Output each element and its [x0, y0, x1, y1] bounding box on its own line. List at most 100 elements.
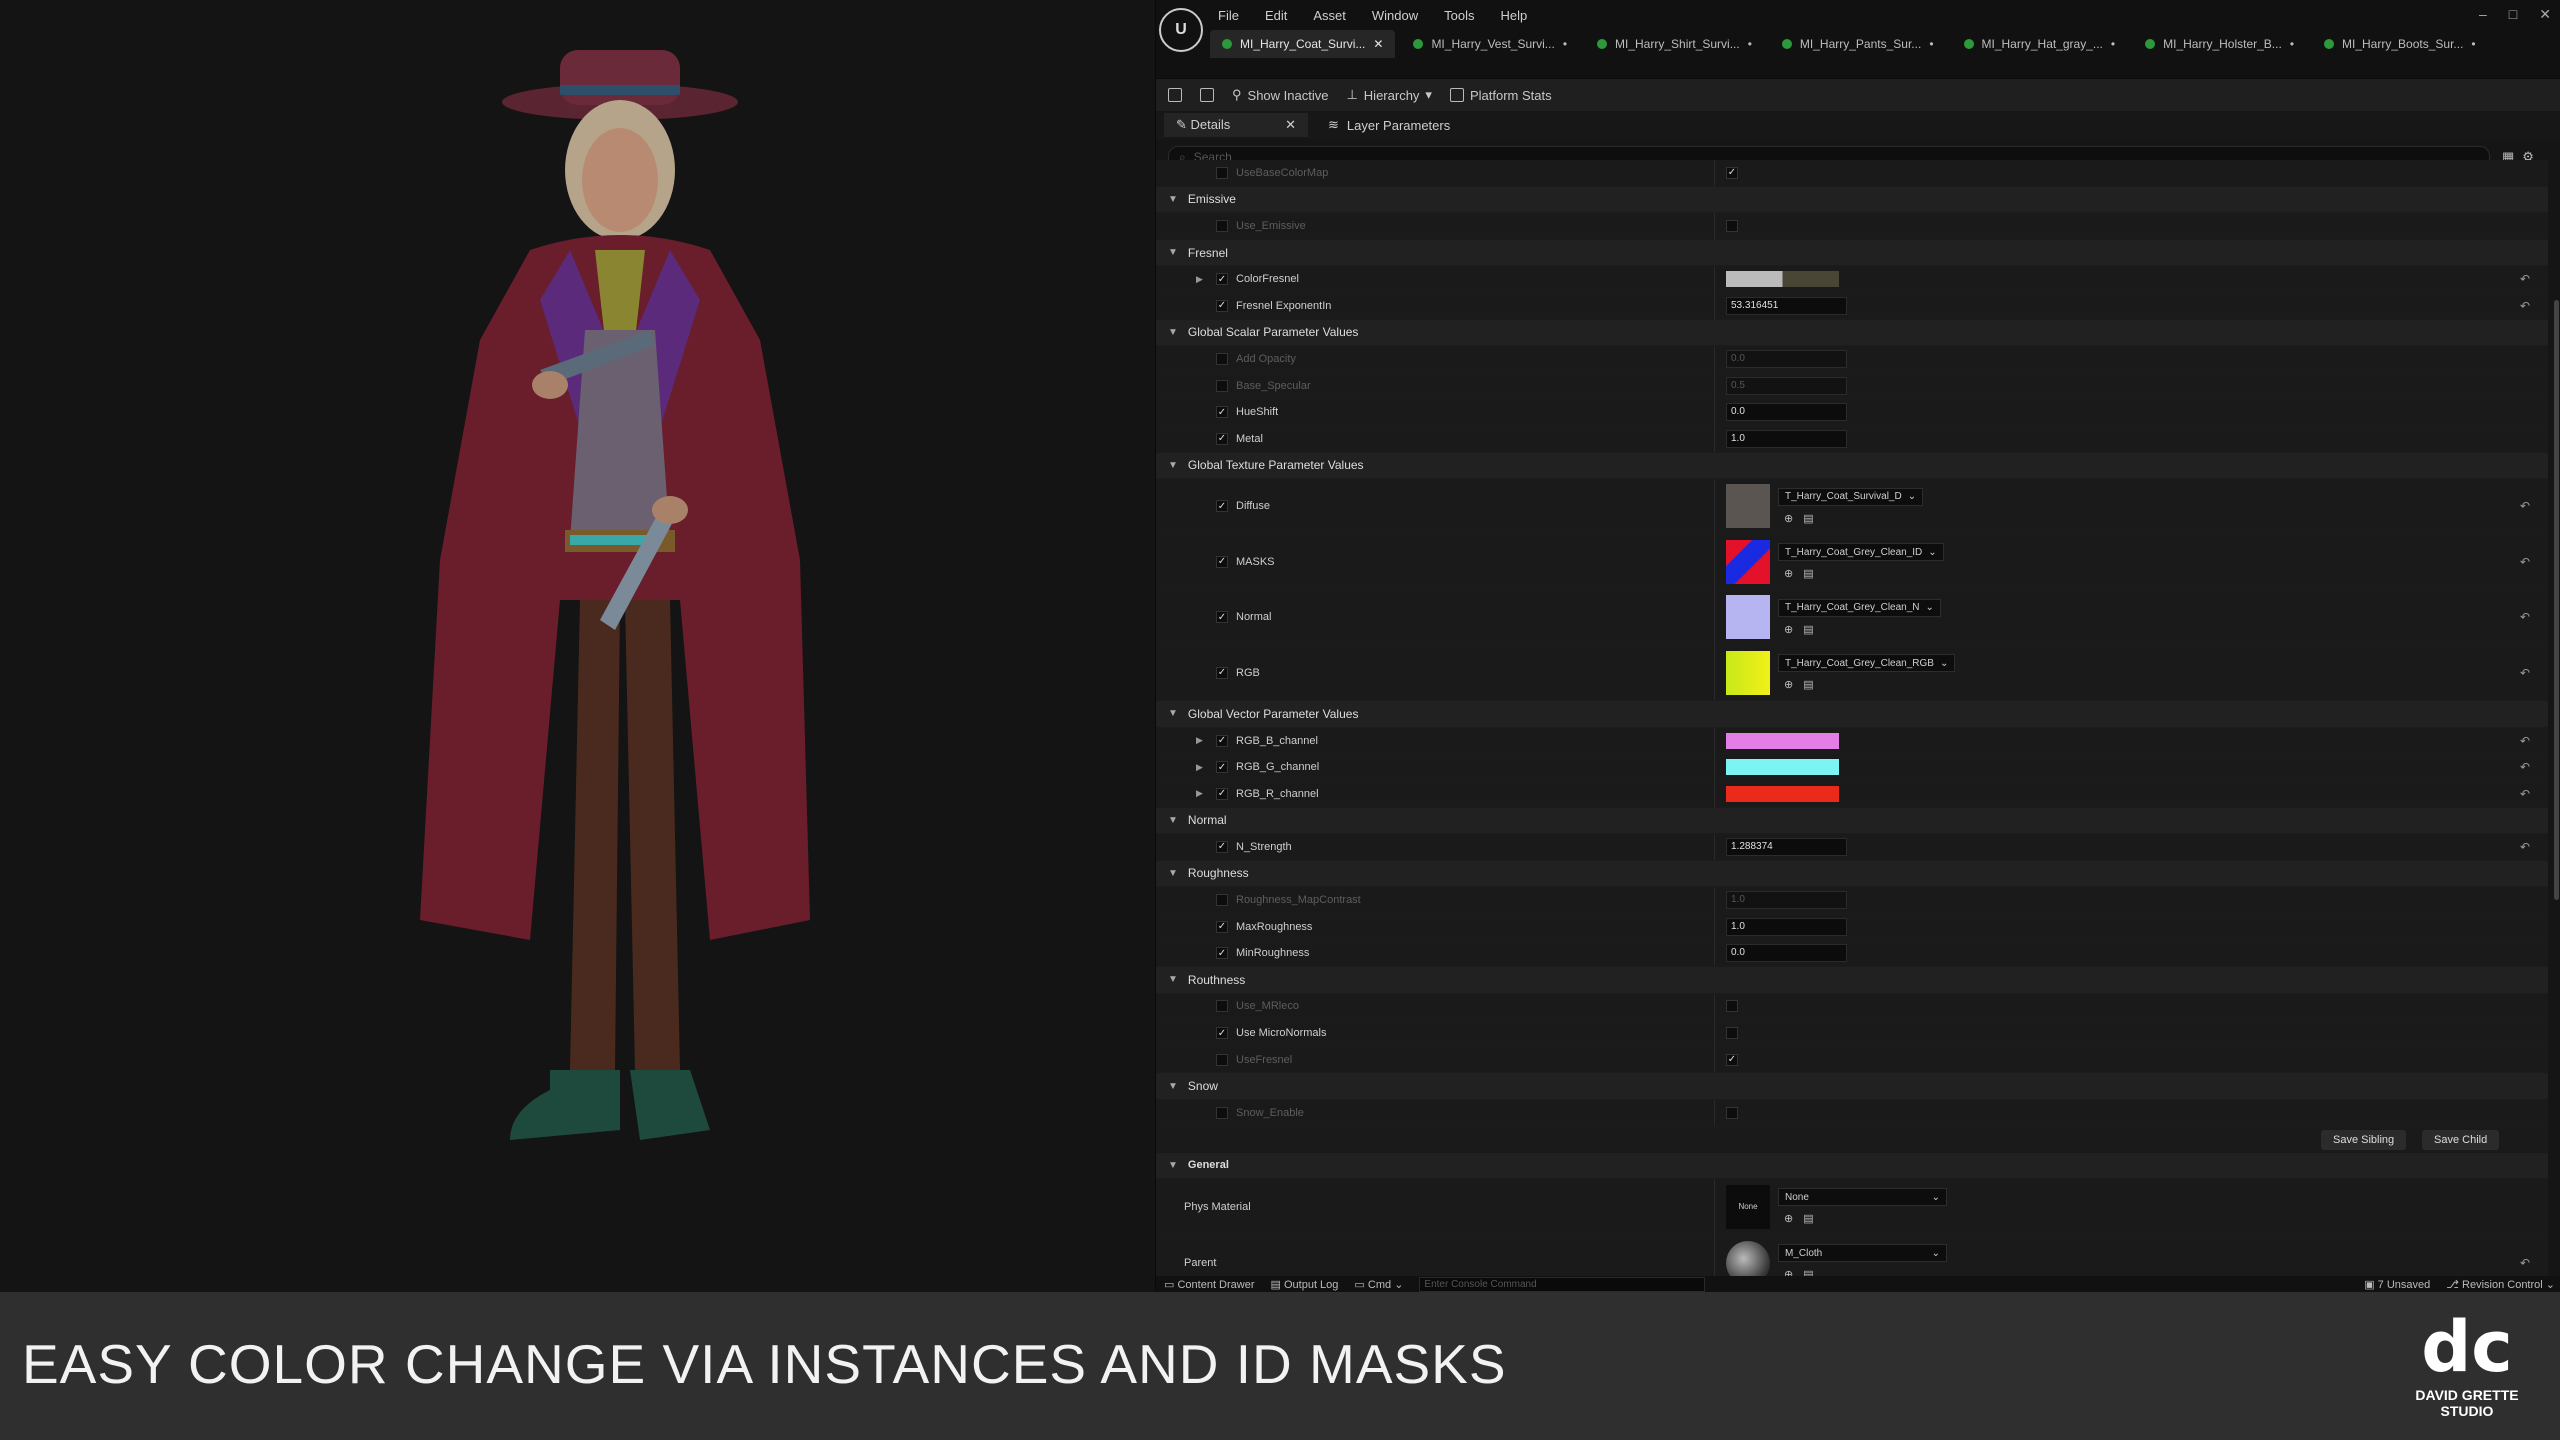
- use-selected-icon[interactable]: ⊕: [1784, 623, 1793, 636]
- number-input[interactable]: 0.0: [1726, 349, 1847, 368]
- number-input[interactable]: 53.316451: [1726, 296, 1847, 315]
- save-child-button[interactable]: Save Child: [2422, 1129, 2500, 1150]
- number-input[interactable]: 1.0: [1726, 429, 1847, 448]
- override-checkbox[interactable]: [1216, 840, 1228, 853]
- value-checkbox[interactable]: [1726, 1027, 1738, 1040]
- override-checkbox[interactable]: [1216, 761, 1228, 774]
- reset-icon[interactable]: ↶: [2520, 734, 2530, 748]
- expand-arrow-icon[interactable]: ▶: [1196, 274, 1203, 285]
- override-checkbox[interactable]: [1216, 1000, 1228, 1013]
- console-command-input[interactable]: Enter Console Command: [1419, 1276, 1706, 1292]
- details-scrollbar[interactable]: [2554, 300, 2559, 900]
- color-swatch-rgb-r[interactable]: [1726, 785, 1839, 802]
- reset-icon[interactable]: ↶: [2520, 610, 2530, 624]
- override-checkbox[interactable]: [1216, 352, 1228, 365]
- override-checkbox[interactable]: [1216, 219, 1228, 232]
- tab-pants[interactable]: MI_Harry_Pants_Sur... •: [1770, 30, 1946, 58]
- browse-icon[interactable]: ▤: [1803, 1212, 1813, 1225]
- number-input[interactable]: 1.0: [1726, 917, 1847, 936]
- override-checkbox[interactable]: [1216, 611, 1228, 624]
- color-swatch[interactable]: [1726, 271, 1839, 288]
- reset-icon[interactable]: ↶: [2520, 272, 2530, 286]
- minimize-icon[interactable]: –: [2479, 6, 2487, 23]
- value-checkbox[interactable]: [1726, 219, 1738, 232]
- menu-edit[interactable]: Edit: [1265, 8, 1287, 23]
- use-selected-icon[interactable]: ⊕: [1784, 1212, 1793, 1225]
- cmd-dropdown[interactable]: ▭ Cmd ⌄: [1354, 1278, 1403, 1291]
- override-checkbox[interactable]: [1216, 1027, 1228, 1040]
- reset-icon[interactable]: ↶: [2520, 840, 2530, 854]
- tab-shirt[interactable]: MI_Harry_Shirt_Survi... •: [1585, 30, 1764, 58]
- texture-thumbnail[interactable]: [1726, 484, 1770, 529]
- category-snow[interactable]: ▼ Snow: [1156, 1073, 2548, 1101]
- override-checkbox[interactable]: [1216, 1053, 1228, 1066]
- browse-icon[interactable]: ▤: [1803, 512, 1813, 525]
- override-checkbox[interactable]: [1216, 406, 1228, 419]
- value-checkbox[interactable]: [1726, 166, 1738, 179]
- category-global-vector[interactable]: ▼ Global Vector Parameter Values: [1156, 701, 2548, 728]
- texture-thumbnail[interactable]: [1726, 539, 1770, 584]
- save-icon[interactable]: [1168, 88, 1182, 102]
- content-drawer-button[interactable]: ▭ Content Drawer: [1164, 1278, 1255, 1291]
- override-checkbox[interactable]: [1216, 947, 1228, 960]
- expand-arrow-icon[interactable]: ▶: [1196, 788, 1203, 799]
- close-icon[interactable]: ✕: [1285, 117, 1296, 133]
- override-checkbox[interactable]: [1216, 894, 1228, 907]
- override-checkbox[interactable]: [1216, 734, 1228, 747]
- override-checkbox[interactable]: [1216, 920, 1228, 933]
- override-checkbox[interactable]: [1216, 273, 1228, 286]
- tab-layer-parameters[interactable]: ≋ Layer Parameters: [1316, 113, 1462, 137]
- override-checkbox[interactable]: [1216, 1106, 1228, 1119]
- category-emissive[interactable]: ▼ Emissive: [1156, 186, 2548, 214]
- menu-window[interactable]: Window: [1372, 8, 1418, 23]
- category-normal[interactable]: ▼ Normal: [1156, 807, 2548, 835]
- use-selected-icon[interactable]: ⊕: [1784, 678, 1793, 691]
- revision-control-button[interactable]: ⎇ Revision Control ⌄: [2446, 1278, 2555, 1291]
- output-log-button[interactable]: ▤ Output Log: [1271, 1278, 1339, 1291]
- browse-icon[interactable]: ▤: [1803, 567, 1813, 580]
- color-swatch-rgb-b[interactable]: [1726, 732, 1839, 749]
- tab-boots[interactable]: MI_Harry_Boots_Sur... •: [2312, 30, 2488, 58]
- override-checkbox[interactable]: [1216, 379, 1228, 392]
- category-fresnel[interactable]: ▼ Fresnel: [1156, 239, 2548, 267]
- menu-file[interactable]: File: [1218, 8, 1239, 23]
- reset-icon[interactable]: ↶: [2520, 760, 2530, 774]
- show-inactive-button[interactable]: ⚲ Show Inactive: [1232, 87, 1328, 103]
- category-routhness[interactable]: ▼ Routhness: [1156, 967, 2548, 994]
- tab-holster[interactable]: MI_Harry_Holster_B... •: [2133, 30, 2306, 58]
- override-checkbox[interactable]: [1216, 166, 1228, 179]
- value-checkbox[interactable]: [1726, 1106, 1738, 1119]
- menu-help[interactable]: Help: [1500, 8, 1527, 23]
- unsaved-indicator[interactable]: ▣ 7 Unsaved: [2364, 1278, 2430, 1291]
- reset-icon[interactable]: ↶: [2520, 499, 2530, 513]
- category-roughness[interactable]: ▼ Roughness: [1156, 860, 2548, 888]
- override-checkbox[interactable]: [1216, 299, 1228, 312]
- texture-dropdown[interactable]: T_Harry_Coat_Survival_D ⌄: [1778, 487, 1924, 506]
- close-icon[interactable]: ✕: [2539, 6, 2551, 23]
- override-checkbox[interactable]: [1216, 432, 1228, 445]
- platform-stats-button[interactable]: Platform Stats: [1449, 88, 1552, 103]
- texture-dropdown[interactable]: T_Harry_Coat_Grey_Clean_N ⌄: [1778, 598, 1941, 617]
- override-checkbox[interactable]: [1216, 555, 1228, 568]
- category-global-texture[interactable]: ▼ Global Texture Parameter Values: [1156, 452, 2548, 480]
- hierarchy-button[interactable]: ⊥ Hierarchy ▾: [1346, 87, 1431, 103]
- character-viewport[interactable]: [0, 0, 1155, 1292]
- tab-vest[interactable]: MI_Harry_Vest_Survi... •: [1401, 30, 1579, 58]
- override-checkbox[interactable]: [1216, 500, 1228, 513]
- texture-dropdown[interactable]: T_Harry_Coat_Grey_Clean_RGB ⌄: [1778, 654, 1956, 673]
- value-checkbox[interactable]: [1726, 1053, 1738, 1066]
- tab-details[interactable]: ✎ Details ✕: [1164, 113, 1308, 137]
- reset-icon[interactable]: ↶: [2520, 1256, 2530, 1270]
- use-selected-icon[interactable]: ⊕: [1784, 567, 1793, 580]
- reset-icon[interactable]: ↶: [2520, 299, 2530, 313]
- number-input[interactable]: 1.288374: [1726, 837, 1847, 856]
- tab-hat[interactable]: MI_Harry_Hat_gray_... •: [1952, 30, 2128, 58]
- reset-icon[interactable]: ↶: [2520, 555, 2530, 569]
- texture-dropdown[interactable]: T_Harry_Coat_Grey_Clean_ID ⌄: [1778, 543, 1944, 562]
- category-global-scalar[interactable]: ▼ Global Scalar Parameter Values: [1156, 319, 2548, 347]
- expand-arrow-icon[interactable]: ▶: [1196, 762, 1203, 773]
- value-checkbox[interactable]: [1726, 1000, 1738, 1013]
- texture-thumbnail[interactable]: [1726, 650, 1770, 695]
- browse-icon[interactable]: ▤: [1803, 623, 1813, 636]
- number-input[interactable]: 0.0: [1726, 403, 1847, 422]
